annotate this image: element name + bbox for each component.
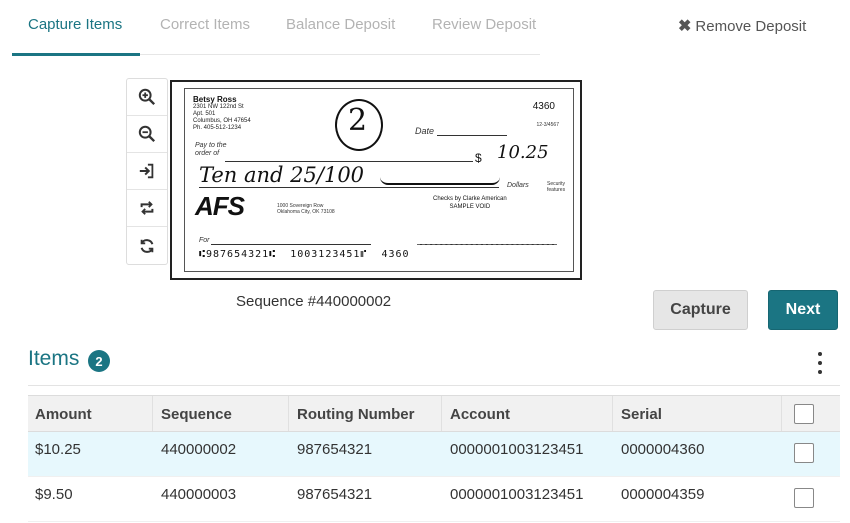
cell-amount: $10.25 [35, 441, 81, 458]
column-separator [612, 396, 613, 431]
check-for-line [211, 244, 371, 245]
select-all-checkbox[interactable] [794, 404, 814, 424]
refresh-icon [140, 238, 154, 253]
column-header-serial[interactable]: Serial [621, 406, 662, 423]
zoom-in-button[interactable] [127, 79, 167, 116]
column-separator [781, 396, 782, 431]
rotate-icon [140, 201, 154, 215]
sequence-label: Sequence #440000002 [236, 293, 392, 310]
cell-sequence: 440000002 [161, 441, 237, 458]
cell-routing-number: 987654321 [297, 441, 373, 458]
check-printer-text: Checks by Clarke American SAMPLE VOID [433, 196, 507, 210]
tab-bar: Capture Items Correct Items Balance Depo… [0, 0, 850, 56]
check-words-handwritten: Ten and 25/100 [199, 163, 365, 187]
table-row[interactable]: $10.25 440000002 987654321 0000001003123… [28, 432, 840, 477]
active-tab-indicator [12, 53, 140, 56]
check-image: Betsy Ross 2301 NW 122nd St Apt. 501 Col… [170, 80, 582, 280]
more-options-icon[interactable] [814, 352, 826, 374]
check-payer-name: Betsy Ross [193, 95, 237, 104]
cell-serial: 0000004360 [621, 441, 705, 458]
check-bank-address: 1000 Sovereign Row Oklahoma City, OK 731… [277, 203, 335, 215]
check-words-line [199, 187, 499, 188]
check-border: Betsy Ross 2301 NW 122nd St Apt. 501 Col… [184, 88, 574, 272]
items-divider [28, 385, 840, 386]
row-checkbox[interactable] [794, 488, 814, 508]
column-separator [152, 396, 153, 431]
check-fraction: 12-3/4567 [536, 122, 559, 128]
table-header: Amount Sequence Routing Number Account S… [28, 395, 840, 432]
tab-divider [140, 54, 540, 55]
check-dollars-label: Dollars [507, 182, 529, 189]
check-payto-line [225, 161, 473, 162]
items-table: Amount Sequence Routing Number Account S… [28, 395, 840, 522]
capture-button[interactable]: Capture [653, 290, 748, 330]
cell-account: 0000001003123451 [450, 486, 584, 503]
row-checkbox[interactable] [794, 443, 814, 463]
cell-sequence: 440000003 [161, 486, 237, 503]
zoom-out-button[interactable] [127, 116, 167, 153]
check-dollar-sign: $ [475, 151, 482, 165]
check-payer-address: 2301 NW 122nd St Apt. 501 Columbus, OH 4… [193, 104, 251, 131]
cell-serial: 0000004359 [621, 486, 705, 503]
column-separator [441, 396, 442, 431]
cell-routing-number: 987654321 [297, 486, 373, 503]
lock-icon: Security features [547, 181, 566, 193]
check-for-label: For [199, 237, 210, 244]
check-date-line [437, 135, 507, 136]
column-header-account[interactable]: Account [450, 406, 510, 423]
column-header-sequence[interactable]: Sequence [161, 406, 232, 423]
tab-balance-deposit[interactable]: Balance Deposit [286, 16, 395, 33]
table-row[interactable]: $9.50 440000003 987654321 00000010031234… [28, 477, 840, 522]
items-count-badge: 2 [88, 350, 110, 372]
check-date-label: Date [415, 126, 435, 136]
items-heading: Items [28, 347, 80, 370]
column-header-routing-number[interactable]: Routing Number [297, 406, 415, 423]
tab-review-deposit[interactable]: Review Deposit [432, 16, 536, 33]
check-micr-line: ⑆987654321⑆ 1003123451⑈ 4360 [199, 249, 410, 260]
sign-in-icon [139, 163, 154, 179]
close-icon: ✖ [678, 18, 692, 35]
check-signature-line [417, 244, 557, 245]
cell-account: 0000001003123451 [450, 441, 584, 458]
cell-amount: $9.50 [35, 486, 73, 503]
zoom-out-icon [138, 125, 156, 143]
check-scribble [380, 177, 500, 185]
check-amount-handwritten: 10.25 [497, 142, 549, 163]
next-button[interactable]: Next [768, 290, 838, 330]
refresh-image-button[interactable] [127, 227, 167, 264]
zoom-in-icon [138, 88, 156, 106]
column-header-amount[interactable]: Amount [35, 406, 92, 423]
tab-correct-items[interactable]: Correct Items [160, 16, 250, 33]
fit-image-button[interactable] [127, 153, 167, 190]
tab-capture-items[interactable]: Capture Items [28, 16, 122, 33]
remove-deposit-button[interactable]: ✖ Remove Deposit [678, 16, 806, 36]
check-bank-logo: AFS [195, 191, 245, 221]
check-number: 4360 [532, 101, 555, 112]
rotate-image-button[interactable] [127, 190, 167, 227]
column-separator [288, 396, 289, 431]
check-payto-label: Pay to the order of [195, 142, 227, 157]
remove-deposit-label: Remove Deposit [695, 18, 807, 35]
check-circled-number: 2 [348, 103, 368, 138]
image-toolbar [126, 78, 168, 265]
